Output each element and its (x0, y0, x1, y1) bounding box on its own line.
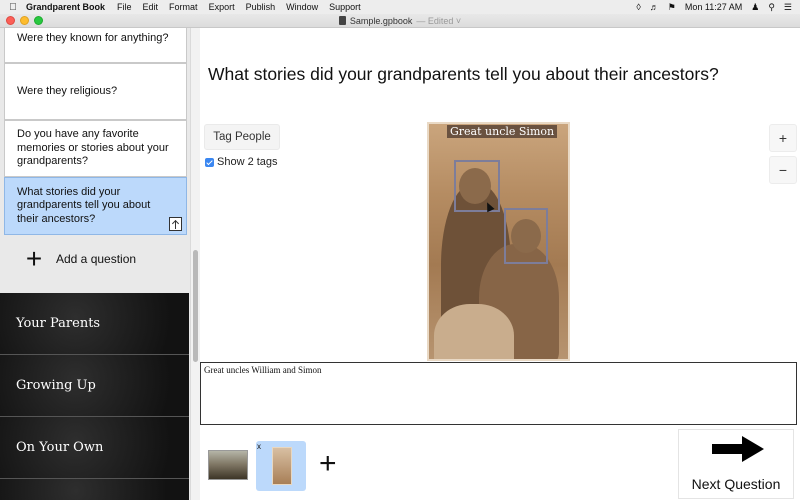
face-tag-box[interactable] (454, 160, 500, 212)
zoom-window-button[interactable] (34, 16, 43, 25)
menu-publish[interactable]: Publish (246, 2, 276, 12)
plus-icon: + (25, 243, 43, 274)
zoom-in-button[interactable]: + (769, 124, 797, 152)
question-title: What stories did your grandparents tell … (208, 64, 719, 84)
menu-support[interactable]: Support (329, 2, 361, 12)
menu-edit[interactable]: Edit (143, 2, 159, 12)
wifi-icon[interactable]: ◊ (636, 2, 640, 12)
question-card[interactable]: Were they religious? (4, 63, 187, 120)
photo-tag-label: Great uncle Simon (447, 125, 558, 138)
section-label: On Your Own (16, 440, 104, 455)
notification-center-icon[interactable]: ☰ (784, 2, 792, 13)
user-icon[interactable]: ♟ (751, 2, 759, 13)
thumbnail-image (272, 447, 292, 485)
next-question-button[interactable]: Next Question (678, 429, 794, 499)
menu-format[interactable]: Format (169, 2, 198, 12)
tag-people-button[interactable]: Tag People (204, 124, 280, 150)
photo-thumbnail-selected[interactable] (256, 441, 306, 491)
window-title-bar: Sample.gpbook — Edited ˅ (0, 14, 800, 28)
section-label: Your Parents (16, 316, 101, 331)
document-title: Sample.gpbook (349, 15, 413, 26)
photo-thumbnail[interactable] (208, 450, 248, 480)
share-icon[interactable] (169, 217, 182, 231)
menu-export[interactable]: Export (209, 2, 235, 12)
minimize-window-button[interactable] (20, 16, 29, 25)
question-card[interactable]: Were they known for anything? (4, 28, 187, 63)
section-label: Growing Up (16, 378, 96, 393)
question-card-selected[interactable]: What stories did your grandparents tell … (4, 177, 187, 235)
main-panel: What stories did your grandparents tell … (200, 28, 800, 500)
add-question-label: Add a question (56, 252, 137, 266)
question-text: Were they known for anything? (17, 31, 169, 44)
add-photo-button[interactable]: + (319, 449, 337, 479)
question-text: What stories did your grandparents tell … (17, 185, 151, 225)
app-menu[interactable]: Grandparent Book (26, 2, 105, 12)
spotlight-search-icon[interactable]: ⚲ (768, 2, 775, 13)
chair-shape (434, 304, 514, 359)
section-next[interactable] (0, 479, 189, 500)
flag-icon[interactable]: ⚑ (668, 2, 676, 13)
apple-icon[interactable]:  (0, 2, 26, 13)
show-tags-checkbox[interactable]: Show 2 tags (205, 156, 278, 168)
section-on-your-own[interactable]: On Your Own (0, 417, 189, 478)
ancestor-photo[interactable]: Great uncle Simon (427, 122, 570, 361)
close-window-button[interactable] (6, 16, 15, 25)
sidebar-scroll-thumb[interactable] (193, 250, 198, 362)
menu-bar:  Grandparent Book File Edit Format Expo… (0, 0, 800, 14)
add-question-button[interactable]: + Add a question (22, 243, 137, 274)
caption-field[interactable]: Great uncles William and Simon (200, 362, 797, 425)
question-card[interactable]: Do you have any favorite memories or sto… (4, 120, 187, 177)
face-tag-box[interactable] (504, 208, 548, 264)
clock[interactable]: Mon 11:27 AM (685, 2, 742, 12)
remove-photo-button[interactable]: x (257, 442, 261, 451)
next-question-label: Next Question (691, 476, 781, 492)
volume-icon[interactable]: ♬ (650, 2, 659, 12)
question-text: Were they religious? (17, 84, 118, 97)
section-list: Your Parents Growing Up On Your Own (0, 293, 189, 500)
section-your-parents[interactable]: Your Parents (0, 293, 189, 354)
sidebar: Were they known for anything? Were they … (0, 28, 192, 500)
zoom-out-button[interactable]: − (769, 156, 797, 184)
show-tags-label: Show 2 tags (217, 156, 278, 168)
window-controls (6, 16, 43, 25)
edited-status[interactable]: — Edited ˅ (416, 16, 461, 26)
menu-file[interactable]: File (117, 2, 132, 12)
checkbox-checked-icon[interactable] (205, 157, 214, 167)
menu-window[interactable]: Window (286, 2, 318, 12)
document-icon (338, 16, 346, 25)
right-arrow-icon (712, 436, 764, 462)
section-growing-up[interactable]: Growing Up (0, 355, 189, 416)
question-text: Do you have any favorite memories or sto… (17, 128, 169, 168)
